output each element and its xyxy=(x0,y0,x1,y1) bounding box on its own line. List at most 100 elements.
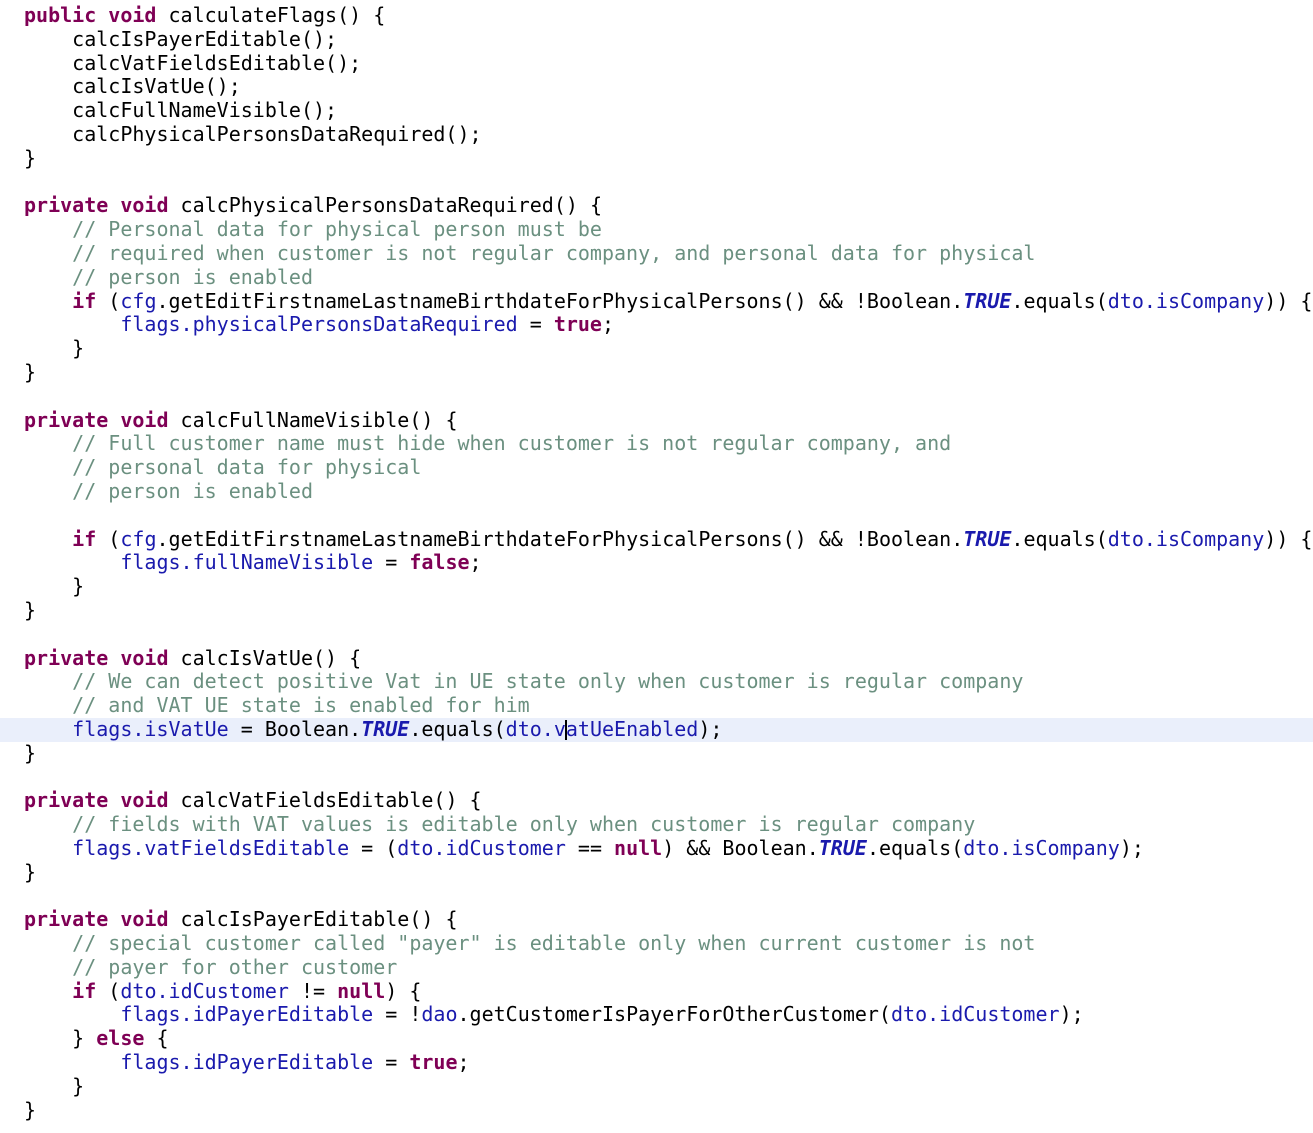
code-token-keyword: void xyxy=(120,646,169,670)
code-line[interactable]: private void calcIsVatUe() { xyxy=(0,647,1313,671)
code-line[interactable]: public void calculateFlags() { xyxy=(0,4,1313,28)
code-token-keyword: true xyxy=(553,313,602,337)
code-line[interactable]: // special customer called "payer" is ed… xyxy=(0,932,1313,956)
code-line[interactable]: flags.physicalPersonsDataRequired = true… xyxy=(0,313,1313,337)
code-line[interactable]: if (cfg.getEditFirstnameLastnameBirthdat… xyxy=(0,528,1313,552)
code-line[interactable]: calcFullNameVisible(); xyxy=(0,99,1313,123)
code-line[interactable]: private void calcIsPayerEditable() { xyxy=(0,908,1313,932)
code-token-plain: = ( xyxy=(349,836,398,860)
code-line[interactable] xyxy=(0,504,1313,528)
code-token-plain: .getEditFirstnameLastnameBirthdateForPhy… xyxy=(156,289,964,313)
code-token-static: TRUE xyxy=(361,717,410,741)
code-line[interactable]: flags.idPayerEditable = !dao.getCustomer… xyxy=(0,1003,1313,1027)
code-token-keyword: void xyxy=(120,908,169,932)
code-line[interactable]: // personal data for physical xyxy=(0,456,1313,480)
code-line[interactable]: // We can detect positive Vat in UE stat… xyxy=(0,670,1313,694)
code-token-plain: )) { xyxy=(1264,289,1313,313)
code-line[interactable] xyxy=(0,766,1313,790)
code-token-field: flags.idPayerEditable xyxy=(120,1003,374,1027)
code-line[interactable]: // payer for other customer xyxy=(0,956,1313,980)
code-line[interactable]: } xyxy=(0,599,1313,623)
code-line[interactable] xyxy=(0,171,1313,195)
code-token-plain: calcIsPayerEditable() { xyxy=(168,908,458,932)
code-line[interactable]: if (cfg.getEditFirstnameLastnameBirthdat… xyxy=(0,290,1313,314)
code-token-plain: calcPhysicalPersonsDataRequired(); xyxy=(24,122,482,146)
code-line[interactable]: private void calcFullNameVisible() { xyxy=(0,409,1313,433)
code-token-plain: calcVatFieldsEditable(); xyxy=(24,51,362,75)
code-token-field: flags.fullNameVisible xyxy=(120,551,374,575)
code-token-field: dto.isCompany xyxy=(1107,289,1265,313)
code-line[interactable]: // person is enabled xyxy=(0,480,1313,504)
code-token-keyword: private xyxy=(24,789,109,813)
code-line-current[interactable]: flags.isVatUe = Boolean.TRUE.equals(dto.… xyxy=(0,717,1313,742)
code-line[interactable] xyxy=(0,385,1313,409)
code-token-plain: } xyxy=(24,360,37,384)
code-token-plain: .equals( xyxy=(1011,289,1108,313)
code-text-area[interactable]: public void calculateFlags() { calcIsPay… xyxy=(0,0,1313,1122)
code-token-comment: // and VAT UE state is enabled for him xyxy=(24,694,530,718)
code-line[interactable]: } xyxy=(0,861,1313,885)
code-token-plain: } xyxy=(24,1074,85,1098)
code-editor[interactable]: public void calculateFlags() { calcIsPay… xyxy=(0,0,1313,1133)
code-line[interactable]: calcPhysicalPersonsDataRequired(); xyxy=(0,123,1313,147)
code-token-comment: // We can detect positive Vat in UE stat… xyxy=(24,670,1024,694)
code-line[interactable]: } xyxy=(0,1075,1313,1099)
code-line[interactable]: calcIsPayerEditable(); xyxy=(0,28,1313,52)
code-line[interactable]: flags.vatFieldsEditable = (dto.idCustome… xyxy=(0,837,1313,861)
code-token-keyword: null xyxy=(614,836,663,860)
code-token-plain: } xyxy=(24,1027,97,1051)
code-line[interactable] xyxy=(0,884,1313,908)
code-token-plain: ) { xyxy=(385,979,422,1003)
code-line[interactable] xyxy=(0,623,1313,647)
code-line[interactable]: private void calcPhysicalPersonsDataRequ… xyxy=(0,194,1313,218)
code-token-plain: == xyxy=(565,836,615,860)
code-token-plain: = xyxy=(517,313,554,337)
code-line[interactable]: flags.idPayerEditable = true; xyxy=(0,1051,1313,1075)
code-line[interactable]: // person is enabled xyxy=(0,266,1313,290)
code-line[interactable]: calcVatFieldsEditable(); xyxy=(0,52,1313,76)
code-token-plain: .getEditFirstnameLastnameBirthdateForPhy… xyxy=(156,527,964,551)
code-token-plain: ; xyxy=(457,1051,470,1075)
code-token-static: TRUE xyxy=(963,289,1012,313)
code-line[interactable]: if (dto.idCustomer != null) { xyxy=(0,980,1313,1004)
code-token-plain: calcVatFieldsEditable() { xyxy=(168,789,482,813)
code-token-comment: // Personal data for physical person mus… xyxy=(24,218,602,242)
code-line[interactable]: calcIsVatUe(); xyxy=(0,75,1313,99)
code-line[interactable]: private void calcVatFieldsEditable() { xyxy=(0,789,1313,813)
code-line[interactable]: // and VAT UE state is enabled for him xyxy=(0,694,1313,718)
code-line[interactable]: // Personal data for physical person mus… xyxy=(0,218,1313,242)
code-token-field: dto.v xyxy=(505,717,566,741)
code-line[interactable]: } xyxy=(0,742,1313,766)
code-line[interactable]: // required when customer is not regular… xyxy=(0,242,1313,266)
code-line[interactable]: } xyxy=(0,1099,1313,1123)
code-token-comment: // fields with VAT values is editable on… xyxy=(24,813,976,837)
code-line[interactable]: } xyxy=(0,147,1313,171)
code-line[interactable]: } xyxy=(0,337,1313,361)
code-token-plain: != xyxy=(288,979,338,1003)
code-line[interactable]: } else { xyxy=(0,1027,1313,1051)
code-token-plain: calcIsPayerEditable(); xyxy=(24,27,338,51)
code-line[interactable]: // fields with VAT values is editable on… xyxy=(0,813,1313,837)
code-token-plain: calcPhysicalPersonsDataRequired() { xyxy=(168,194,602,218)
code-line[interactable]: } xyxy=(0,361,1313,385)
code-token-keyword: public xyxy=(24,4,97,27)
code-token-comment: // Full customer name must hide when cus… xyxy=(24,432,952,456)
code-line[interactable]: // Full customer name must hide when cus… xyxy=(0,432,1313,456)
code-line[interactable]: flags.fullNameVisible = false; xyxy=(0,551,1313,575)
code-token-plain: } xyxy=(24,1098,37,1122)
code-token-plain: = xyxy=(373,1051,410,1075)
code-token-plain: ( xyxy=(96,979,121,1003)
code-token-plain: calcIsVatUe() { xyxy=(168,646,362,670)
code-token-plain: = ! xyxy=(373,1003,422,1027)
code-token-plain: calculateFlags() { xyxy=(156,4,386,27)
code-line[interactable]: } xyxy=(0,575,1313,599)
